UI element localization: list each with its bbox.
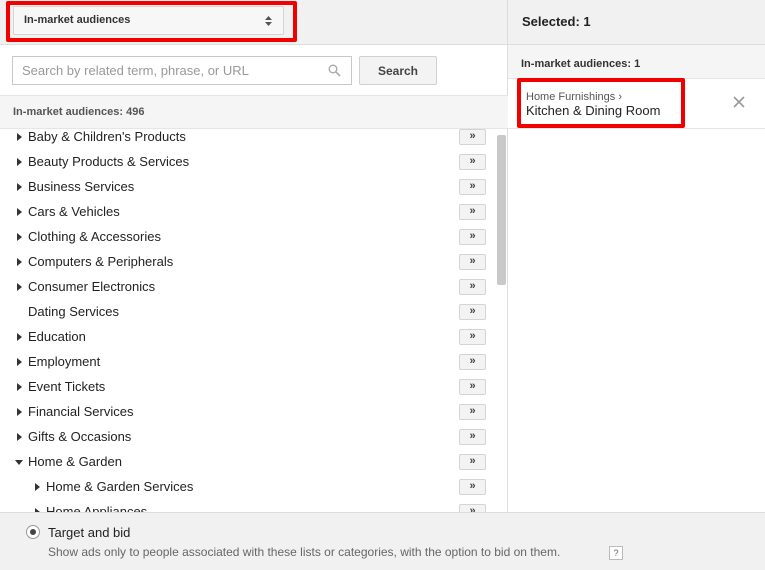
- category-label: Beauty Products & Services: [28, 154, 190, 169]
- audience-browser-panel: In-market audiences Search In-market aud…: [0, 0, 508, 512]
- add-category-button[interactable]: »: [459, 404, 486, 420]
- search-button[interactable]: Search: [359, 56, 437, 85]
- category-item[interactable]: Gifts & Occasions »: [0, 429, 508, 454]
- add-category-button[interactable]: »: [459, 379, 486, 395]
- caret-right-icon[interactable]: [15, 133, 23, 141]
- caret-right-icon[interactable]: [15, 433, 23, 441]
- category-label: Cars & Vehicles: [28, 204, 120, 219]
- category-item[interactable]: Dating Services »: [0, 304, 508, 329]
- audience-type-value: In-market audiences: [24, 14, 131, 26]
- audience-type-select[interactable]: In-market audiences: [13, 6, 284, 35]
- add-category-button[interactable]: »: [459, 129, 486, 145]
- add-category-button[interactable]: »: [459, 229, 486, 245]
- caret-right-icon[interactable]: [15, 158, 23, 166]
- target-and-bid-radio[interactable]: [26, 525, 40, 539]
- category-label: Education: [28, 329, 86, 344]
- caret-right-icon[interactable]: [15, 208, 23, 216]
- search-input[interactable]: [13, 57, 313, 84]
- caret-right-icon[interactable]: [15, 233, 23, 241]
- category-item[interactable]: Financial Services »: [0, 404, 508, 429]
- category-label: Home & Garden: [28, 454, 122, 469]
- category-label: Business Services: [28, 179, 135, 194]
- selected-header: Selected: 1: [508, 0, 765, 45]
- help-icon[interactable]: ?: [609, 546, 623, 560]
- category-label: Consumer Electronics: [28, 279, 156, 294]
- target-and-bid-description: Show ads only to people associated with …: [48, 545, 561, 559]
- category-label: Financial Services: [28, 404, 134, 419]
- selected-item: Home Furnishings › Kitchen & Dining Room: [508, 79, 765, 129]
- caret-right-icon[interactable]: [15, 408, 23, 416]
- category-label: Baby & Children's Products: [28, 129, 186, 144]
- add-category-button[interactable]: »: [459, 454, 486, 470]
- search-icon: [328, 64, 341, 77]
- category-item[interactable]: Education »: [0, 329, 508, 354]
- add-category-button[interactable]: »: [459, 304, 486, 320]
- add-category-button[interactable]: »: [459, 329, 486, 345]
- caret-right-icon[interactable]: [15, 333, 23, 341]
- add-category-button[interactable]: »: [459, 154, 486, 170]
- category-item[interactable]: Event Tickets »: [0, 379, 508, 404]
- caret-right-icon[interactable]: [15, 383, 23, 391]
- category-item[interactable]: Employment »: [0, 354, 508, 379]
- add-category-button[interactable]: »: [459, 429, 486, 445]
- selected-panel: Selected: 1 In-market audiences: 1 Home …: [508, 0, 765, 512]
- add-category-button[interactable]: »: [459, 204, 486, 220]
- caret-right-icon[interactable]: [15, 183, 23, 191]
- category-item[interactable]: Beauty Products & Services »: [0, 154, 508, 179]
- category-label: Event Tickets: [28, 379, 106, 394]
- category-item[interactable]: Home & Garden Services »: [0, 479, 508, 504]
- caret-right-icon[interactable]: [33, 483, 41, 491]
- add-category-button[interactable]: »: [459, 479, 486, 495]
- caret-down-icon[interactable]: [15, 458, 23, 466]
- category-item[interactable]: Cars & Vehicles »: [0, 204, 508, 229]
- category-label: Home Appliances: [46, 504, 148, 512]
- caret-right-icon[interactable]: [15, 283, 23, 291]
- add-category-button[interactable]: »: [459, 279, 486, 295]
- targeting-options: Target and bid Show ads only to people a…: [0, 512, 765, 570]
- add-category-button[interactable]: »: [459, 254, 486, 270]
- add-category-button[interactable]: »: [459, 179, 486, 195]
- updown-arrows-icon: [265, 16, 272, 26]
- caret-right-icon[interactable]: [15, 358, 23, 366]
- category-item[interactable]: Computers & Peripherals »: [0, 254, 508, 279]
- add-category-button[interactable]: »: [459, 504, 486, 512]
- close-icon[interactable]: [731, 94, 747, 110]
- category-label: Clothing & Accessories: [28, 229, 161, 244]
- category-label: Dating Services: [28, 304, 120, 319]
- category-item[interactable]: Home & Garden »: [0, 454, 508, 479]
- category-item[interactable]: Consumer Electronics »: [0, 279, 508, 304]
- category-label: Computers & Peripherals: [28, 254, 174, 269]
- category-label: Gifts & Occasions: [28, 429, 132, 444]
- add-category-button[interactable]: »: [459, 354, 486, 370]
- category-item[interactable]: Clothing & Accessories »: [0, 229, 508, 254]
- search-row: Search: [0, 45, 508, 95]
- category-count-label: In-market audiences: 496: [0, 95, 508, 129]
- caret-right-icon[interactable]: [15, 258, 23, 266]
- category-label: Employment: [28, 354, 101, 369]
- selected-count-label: In-market audiences: 1: [508, 45, 765, 79]
- target-and-bid-label: Target and bid: [48, 525, 131, 540]
- scrollbar-thumb[interactable]: [497, 135, 506, 285]
- category-item[interactable]: Home Appliances »: [0, 504, 508, 512]
- selected-item-name: Kitchen & Dining Room: [526, 103, 661, 118]
- category-item[interactable]: Baby & Children's Products »: [0, 129, 508, 154]
- selected-item-breadcrumb: Home Furnishings ›: [526, 91, 622, 103]
- category-list: Baby & Children's Products» Beauty Produc…: [0, 129, 508, 512]
- category-label: Home & Garden Services: [46, 479, 194, 494]
- category-item[interactable]: Business Services »: [0, 179, 508, 204]
- search-field: [12, 56, 352, 85]
- audience-type-header: In-market audiences: [0, 0, 507, 45]
